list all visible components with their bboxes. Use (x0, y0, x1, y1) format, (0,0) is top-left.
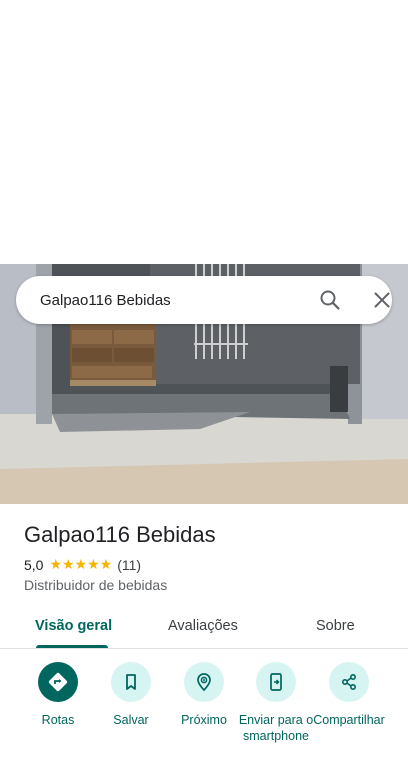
share-icon (329, 662, 369, 702)
search-bar[interactable]: Galpao116 Bebidas (16, 276, 392, 324)
nearby-label: Próximo (181, 713, 227, 727)
directions-label: Rotas (41, 713, 75, 727)
send-to-phone-label: Enviar para o smartphone (238, 713, 314, 743)
tab-about[interactable]: Sobre (316, 618, 355, 634)
action-buttons: Rotas Salvar Próximo Enviar para o smart… (0, 662, 408, 768)
tab-bar: Visão geral Avaliações Sobre (0, 604, 408, 649)
close-icon[interactable] (370, 288, 394, 312)
tab-overview[interactable]: Visão geral (35, 618, 112, 634)
send-to-phone-icon (256, 662, 296, 702)
save-label: Salvar (113, 713, 149, 727)
place-category[interactable]: Distribuidor de bebidas (24, 577, 167, 593)
nearby-icon (184, 662, 224, 702)
rating-row[interactable]: 5,0 ★★★★★ (11) (24, 556, 141, 573)
map-area-blank (0, 0, 408, 264)
place-title: Galpao116 Bebidas (24, 522, 216, 547)
send-to-phone-button[interactable]: Enviar para o smartphone (236, 662, 316, 744)
tab-active-indicator (36, 645, 108, 648)
directions-button[interactable]: Rotas (18, 662, 98, 728)
share-button[interactable]: Compartilhar (309, 662, 389, 728)
rating-stars-icon: ★★★★★ (49, 556, 113, 572)
nearby-button[interactable]: Próximo (164, 662, 244, 728)
tab-reviews[interactable]: Avaliações (168, 618, 238, 634)
bookmark-icon (111, 662, 151, 702)
review-count[interactable]: (11) (117, 557, 141, 573)
directions-icon (38, 662, 78, 702)
share-label: Compartilhar (313, 713, 385, 727)
save-button[interactable]: Salvar (91, 662, 171, 728)
search-icon[interactable] (318, 288, 342, 312)
rating-value: 5,0 (24, 556, 44, 573)
